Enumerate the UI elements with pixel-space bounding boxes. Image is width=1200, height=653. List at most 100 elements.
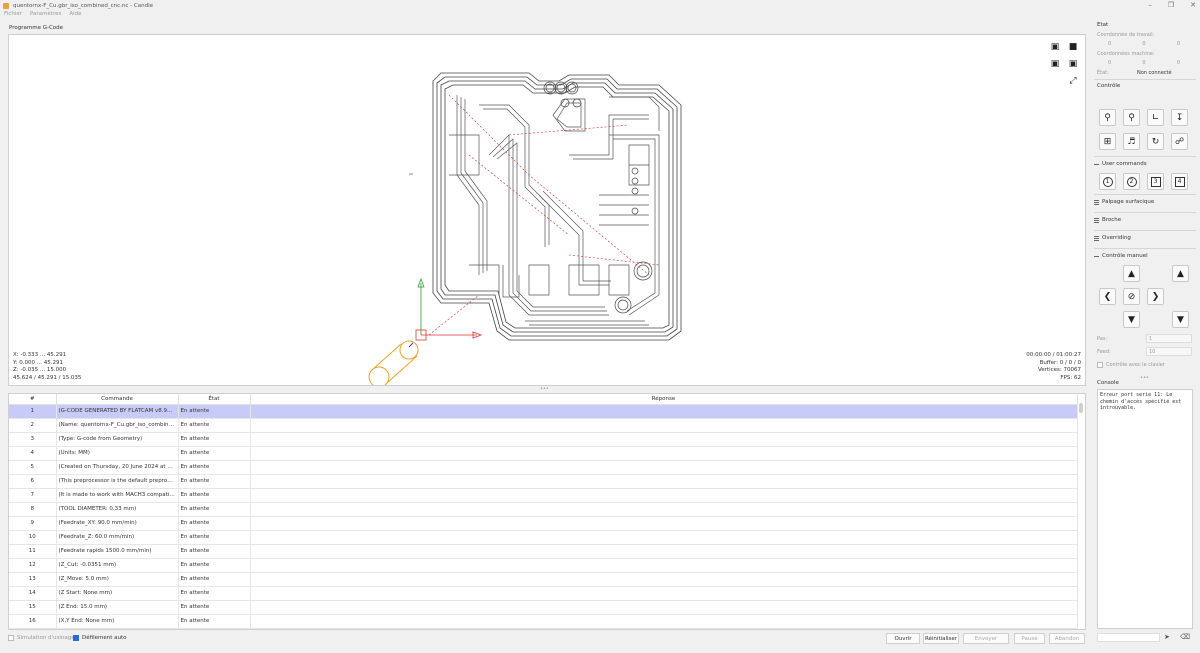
table-row[interactable]: 4 (Units: MM) En attente	[9, 446, 1078, 461]
row-response	[250, 530, 1078, 545]
col-header-num[interactable]: #	[9, 394, 57, 405]
user-command-1[interactable]: 1	[1099, 173, 1116, 190]
jog-z-plus-icon[interactable]: ▲	[1172, 265, 1189, 282]
abort-button[interactable]: Abandon	[1049, 633, 1085, 644]
table-row[interactable]: 14 (Z Start: None mm) En attente	[9, 586, 1078, 601]
zoom-probe-icon[interactable]: ⚲	[1099, 109, 1116, 126]
buffer-status: Buffer: 0 / 0 / 0	[1039, 359, 1081, 366]
col-header-state[interactable]: État	[178, 394, 251, 405]
col-header-command[interactable]: Commande	[56, 394, 179, 405]
menu-fichier[interactable]: Fichier	[4, 11, 22, 20]
user-command-3[interactable]: 3	[1147, 173, 1164, 190]
table-row[interactable]: 7 (It is made to work with MACH3 compatib…	[9, 488, 1078, 503]
autoscroll-checkbox-box[interactable]	[73, 635, 79, 641]
row-command: (Feedrate_Z: 60.0 mm/min)	[56, 530, 179, 545]
row-command: (It is made to work with MACH3 compatibl…	[56, 488, 179, 503]
table-row[interactable]: 8 (TOOL DIAMETER: 0.33 mm) En attente	[9, 502, 1078, 517]
fit-view-icon[interactable]: ⤢	[1067, 75, 1079, 87]
work-coords-label: Coordonnée de travail:	[1097, 32, 1155, 38]
elapsed-time: 00:00:00 / 01:00:27	[1026, 352, 1081, 358]
restore-origin-icon[interactable]: ⊞	[1099, 133, 1116, 150]
user-command-2-label: 2	[1126, 176, 1137, 187]
feed-input[interactable]: 10	[1146, 347, 1192, 356]
row-state: En attente	[178, 544, 251, 559]
keyboard-control-checkbox[interactable]: Contrôle avec le clavier	[1097, 362, 1165, 368]
gcode-table[interactable]: # Commande État Réponse 1 (G-CODE GENERAT…	[8, 393, 1086, 630]
close-icon[interactable]: ✕	[1190, 1, 1196, 9]
view-iso-icon[interactable]: ▣	[1049, 41, 1061, 53]
view-top-icon[interactable]: ■	[1067, 41, 1079, 53]
row-state: En attente	[178, 530, 251, 545]
console-input[interactable]	[1097, 633, 1160, 642]
clear-icon[interactable]: ⌫	[1180, 633, 1190, 641]
table-row[interactable]: 6 (This preprocessor is the default prepr…	[9, 474, 1078, 489]
simulation-checkbox[interactable]: Simulation d'usinage	[8, 635, 75, 641]
override-header[interactable]: Overriding	[1094, 235, 1131, 241]
maximize-icon[interactable]: ❐	[1168, 1, 1174, 9]
send-button[interactable]: Envoyer	[963, 633, 1009, 644]
user-command-2[interactable]: 2	[1123, 173, 1140, 190]
view-front-icon[interactable]: ▣	[1049, 58, 1061, 70]
row-response	[250, 460, 1078, 475]
table-row[interactable]: 2 (Name: quentornx-F_Cu.gbr_iso_combined_…	[9, 418, 1078, 433]
jog-z-minus-icon[interactable]: ▼	[1172, 311, 1189, 328]
menu-aide[interactable]: Aide	[69, 11, 81, 20]
col-header-response[interactable]: Réponse	[250, 394, 1078, 405]
row-response	[250, 488, 1078, 503]
table-row[interactable]: 11 (Feedrate rapids 1500.0 mm/min) En atte…	[9, 544, 1078, 559]
send-icon[interactable]: ➤	[1164, 633, 1170, 641]
work-x: 0	[1108, 41, 1112, 47]
keyboard-control-box[interactable]	[1097, 362, 1103, 368]
table-row[interactable]: 15 (Z End: 15.0 mm) En attente	[9, 600, 1078, 615]
autoscroll-checkbox[interactable]: Défilement auto	[73, 635, 127, 641]
user-command-4-label: 4	[1174, 176, 1185, 187]
pause-button[interactable]: Pause	[1014, 633, 1045, 644]
coord-y: Y: 0.000 ... 45.291	[13, 359, 63, 366]
view-left-icon[interactable]: ▣	[1067, 58, 1079, 70]
jog-y-plus-icon[interactable]: ▲	[1123, 265, 1140, 282]
heightmap-header[interactable]: Palpage surfacique	[1094, 199, 1154, 205]
row-response	[250, 446, 1078, 461]
row-command: (Z Start: None mm)	[56, 586, 179, 601]
jog-y-minus-icon[interactable]: ▼	[1123, 311, 1140, 328]
unlock-icon[interactable]: ☍	[1171, 133, 1188, 150]
menu-icon	[1094, 235, 1099, 241]
menu-parametres[interactable]: Paramètres	[30, 11, 61, 20]
reset-button[interactable]: Réinitialiser	[923, 633, 959, 644]
gcode-viewport[interactable]: ▣ ■ ▣ ▣ ⤢ X: -0.333 ... 45.291 Y: 0.000 …	[8, 34, 1086, 386]
table-row[interactable]: 1 (G-CODE GENERATED BY FLATCAM v8.994 - w…	[9, 404, 1078, 419]
minimize-icon[interactable]: –	[1148, 1, 1152, 9]
menu-bar: Fichier Paramètres Aide	[0, 11, 82, 20]
user-commands-header[interactable]: User commands	[1094, 161, 1147, 167]
jog-header[interactable]: Contrôle manuel	[1094, 253, 1148, 259]
spindle-header[interactable]: Broche	[1094, 217, 1121, 223]
program-label: Programme G-Code	[9, 25, 64, 31]
table-row[interactable]: 9 (Feedrate_XY: 90.0 mm/min) En attente	[9, 516, 1078, 531]
run-icon[interactable]: ♬	[1123, 133, 1140, 150]
jog-x-minus-icon[interactable]: ❮	[1099, 288, 1116, 305]
table-row[interactable]: 13 (Z_Move: 5.0 mm) En attente	[9, 572, 1078, 587]
zoom-origin-icon[interactable]: ⚲	[1123, 109, 1140, 126]
splitter-handle[interactable]: •••	[540, 387, 550, 392]
table-row[interactable]: 3 (Type: G-code from Geometry) En attente	[9, 432, 1078, 447]
table-row[interactable]: 16 (X,Y End: None mm) En attente	[9, 614, 1078, 629]
zero-z-icon[interactable]: ↧	[1171, 109, 1188, 126]
reset-icon[interactable]: ↻	[1147, 133, 1164, 150]
step-input[interactable]: 1	[1146, 334, 1192, 343]
jog-x-plus-icon[interactable]: ❯	[1147, 288, 1164, 305]
zero-xy-icon[interactable]: ∟	[1147, 109, 1164, 126]
table-scrollbar[interactable]	[1079, 403, 1083, 629]
table-row[interactable]: 5 (Created on Thursday, 20 June 2024 at 1…	[9, 460, 1078, 475]
jog-stop-icon[interactable]: ⊘	[1123, 288, 1140, 305]
panel-splitter[interactable]: •••	[1140, 375, 1149, 381]
simulation-checkbox-box[interactable]	[8, 635, 14, 641]
open-button[interactable]: Ouvrir	[886, 633, 920, 644]
scrollbar-thumb[interactable]	[1079, 403, 1083, 413]
table-row[interactable]: 10 (Feedrate_Z: 60.0 mm/min) En attente	[9, 530, 1078, 545]
coord-z: Z: -0.035 ... 15.000	[13, 367, 67, 373]
user-command-4[interactable]: 4	[1171, 173, 1188, 190]
row-state: En attente	[178, 572, 251, 587]
table-row[interactable]: 12 (Z_Cut: -0.0351 mm) En attente	[9, 558, 1078, 573]
autoscroll-label: Défilement auto	[82, 635, 127, 641]
console-output[interactable]: Erreur port serie 11: Le chemin d'accès …	[1097, 389, 1193, 629]
